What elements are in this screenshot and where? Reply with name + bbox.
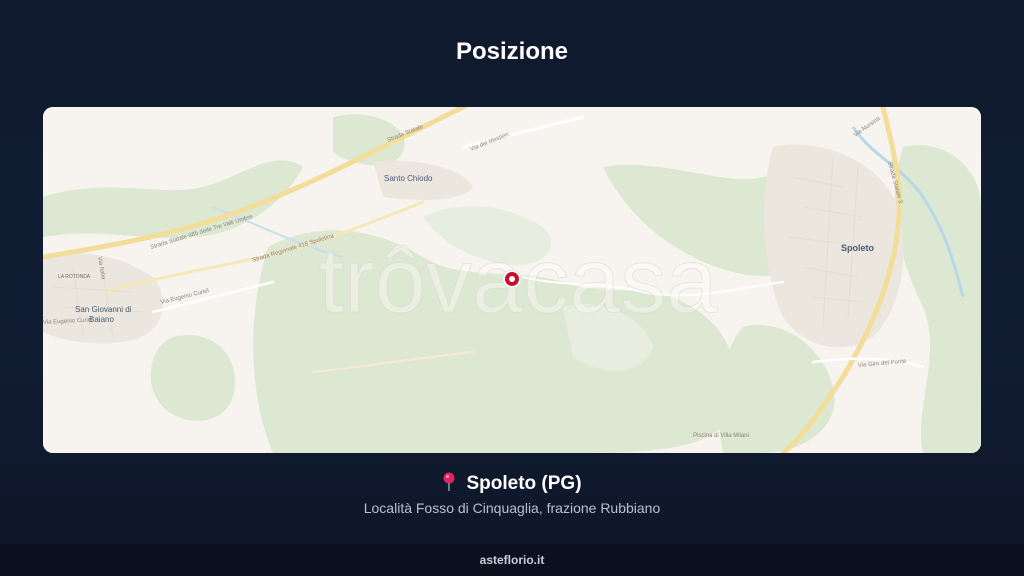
location-marker-icon[interactable] — [502, 269, 522, 289]
map-view[interactable]: trôvacasa Strada Statale 685 delle Tre V… — [43, 107, 981, 453]
place-label: LA ROTONDA — [58, 274, 91, 280]
place-label: Spoleto — [841, 243, 875, 253]
page-title: Posizione — [455, 38, 569, 65]
location-address: Località Fosso di Cinquaglia, frazione R… — [363, 500, 661, 516]
city-name: Spoleto (PG) — [466, 473, 582, 494]
place-label: San Giovanni di — [75, 305, 132, 314]
site-link[interactable]: asteflorio.it — [480, 553, 545, 567]
poi-label: Piscina di Villa Milani — [693, 433, 749, 439]
location-city: Spoleto (PG) — [0, 472, 1024, 495]
footer: asteflorio.it — [0, 544, 1024, 576]
pushpin-icon — [442, 472, 456, 492]
place-label: Baiano — [89, 315, 114, 324]
place-label: Santo Chiodo — [384, 174, 433, 183]
